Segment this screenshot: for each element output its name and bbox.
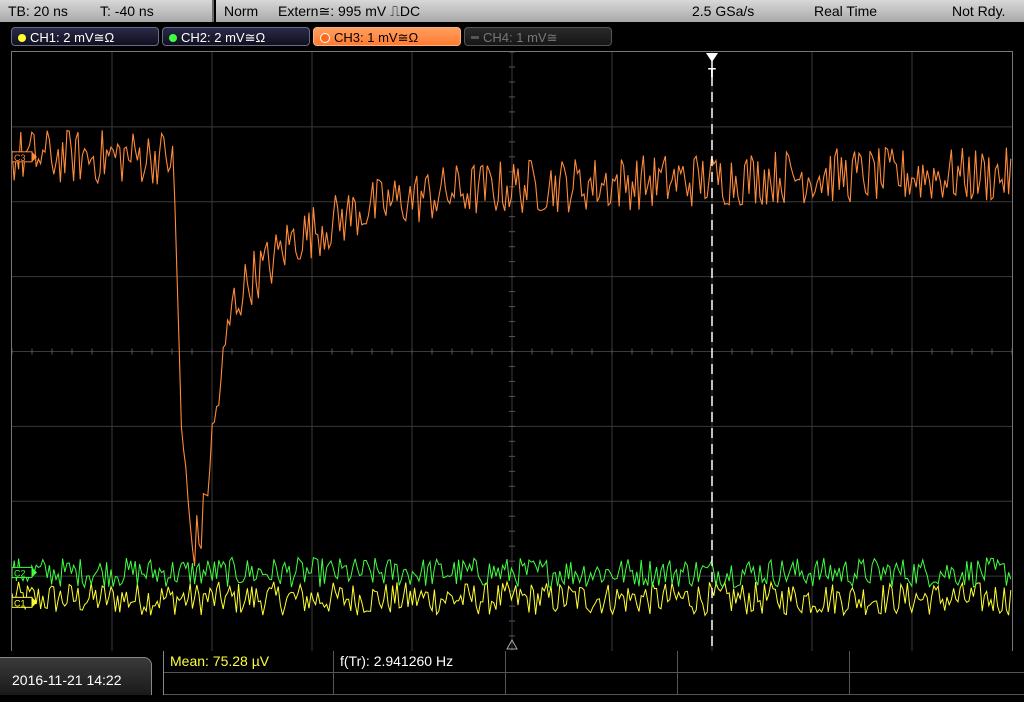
measurement-slot-10[interactable] <box>850 673 1024 694</box>
channel-tab-ch3[interactable]: CH3: 1 mV≅Ω <box>313 27 461 46</box>
measurement-slot-7[interactable] <box>334 673 506 694</box>
measurement-slot-9[interactable] <box>678 673 850 694</box>
ch1-level-marker-arrow-icon <box>32 597 37 608</box>
ch1-level-marker-label: C1 <box>14 598 26 608</box>
measurement-table: Mean: 75.28 µV f(Tr): 2.941260 Hz <box>163 651 1024 695</box>
measurement-slot-3[interactable] <box>506 651 678 672</box>
acquisition-panel: Norm Extern≅: 995 mV ⎍DC 2.5 GSa/s Real … <box>216 0 1024 22</box>
timebase-label[interactable]: TB: 20 ns <box>8 0 68 22</box>
ch2-waveform <box>12 556 1012 589</box>
ch4-off-dash <box>471 36 479 40</box>
measurement-row-2 <box>164 673 1024 695</box>
ch2-color-dot <box>169 33 177 42</box>
ch1-waveform <box>12 580 1012 617</box>
channel-tab-ch4[interactable]: CH4: 1 mV≅ <box>464 27 612 46</box>
ch3-level-marker-label: C3 <box>14 153 26 163</box>
measurement-slot-4[interactable] <box>678 651 850 672</box>
trigger-source-label[interactable]: Extern≅: 995 mV ⎍DC <box>278 0 420 22</box>
waveform-display[interactable]: T C3 C2 C1 <box>11 51 1013 652</box>
acquisition-mode-label[interactable]: Real Time <box>814 0 877 22</box>
measurement-slot-5[interactable] <box>850 651 1024 672</box>
trigger-time-label[interactable]: T: -40 ns <box>100 0 154 22</box>
run-state-label: Not Rdy. <box>952 3 1006 19</box>
status-bar: TB: 20 ns T: -40 ns Norm Extern≅: 995 mV… <box>0 0 1024 24</box>
mean-measurement[interactable]: Mean: 75.28 µV <box>164 651 334 672</box>
measurement-slot-8[interactable] <box>506 673 678 694</box>
ch1-label: CH1: 2 mV≅Ω <box>30 30 115 45</box>
measurement-row-1: Mean: 75.28 µV f(Tr): 2.941260 Hz <box>164 651 1024 673</box>
trigger-marker-label: T <box>708 65 716 80</box>
ch3-waveform <box>12 129 1012 567</box>
channel-tab-ch2[interactable]: CH2: 2 mV≅Ω <box>162 27 310 46</box>
channel-tab-ch1[interactable]: CH1: 2 mV≅Ω <box>11 27 159 46</box>
ch2-level-marker-label: C2 <box>14 568 26 578</box>
trigger-mode-label[interactable]: Norm <box>224 0 258 22</box>
bottom-bar: 2016-11-21 14:22 Mean: 75.28 µV f(Tr): 2… <box>0 651 1024 695</box>
datetime-display: 2016-11-21 14:22 <box>0 657 152 695</box>
frequency-measurement[interactable]: f(Tr): 2.941260 Hz <box>334 651 506 672</box>
ch3-label: CH3: 1 mV≅Ω <box>334 30 419 45</box>
trigger-arrow-icon[interactable] <box>706 53 718 62</box>
ch4-label: CH4: 1 mV≅ <box>483 30 558 45</box>
measurement-slot-6[interactable] <box>164 673 334 694</box>
ch3-color-dot <box>320 32 330 43</box>
ch2-label: CH2: 2 mV≅Ω <box>181 30 266 45</box>
timebase-panel[interactable]: TB: 20 ns T: -40 ns <box>0 0 214 22</box>
sample-rate-label[interactable]: 2.5 GSa/s <box>692 0 754 22</box>
ch1-color-dot <box>18 33 26 42</box>
waveform-plot[interactable]: T C3 C2 C1 <box>12 52 1012 651</box>
